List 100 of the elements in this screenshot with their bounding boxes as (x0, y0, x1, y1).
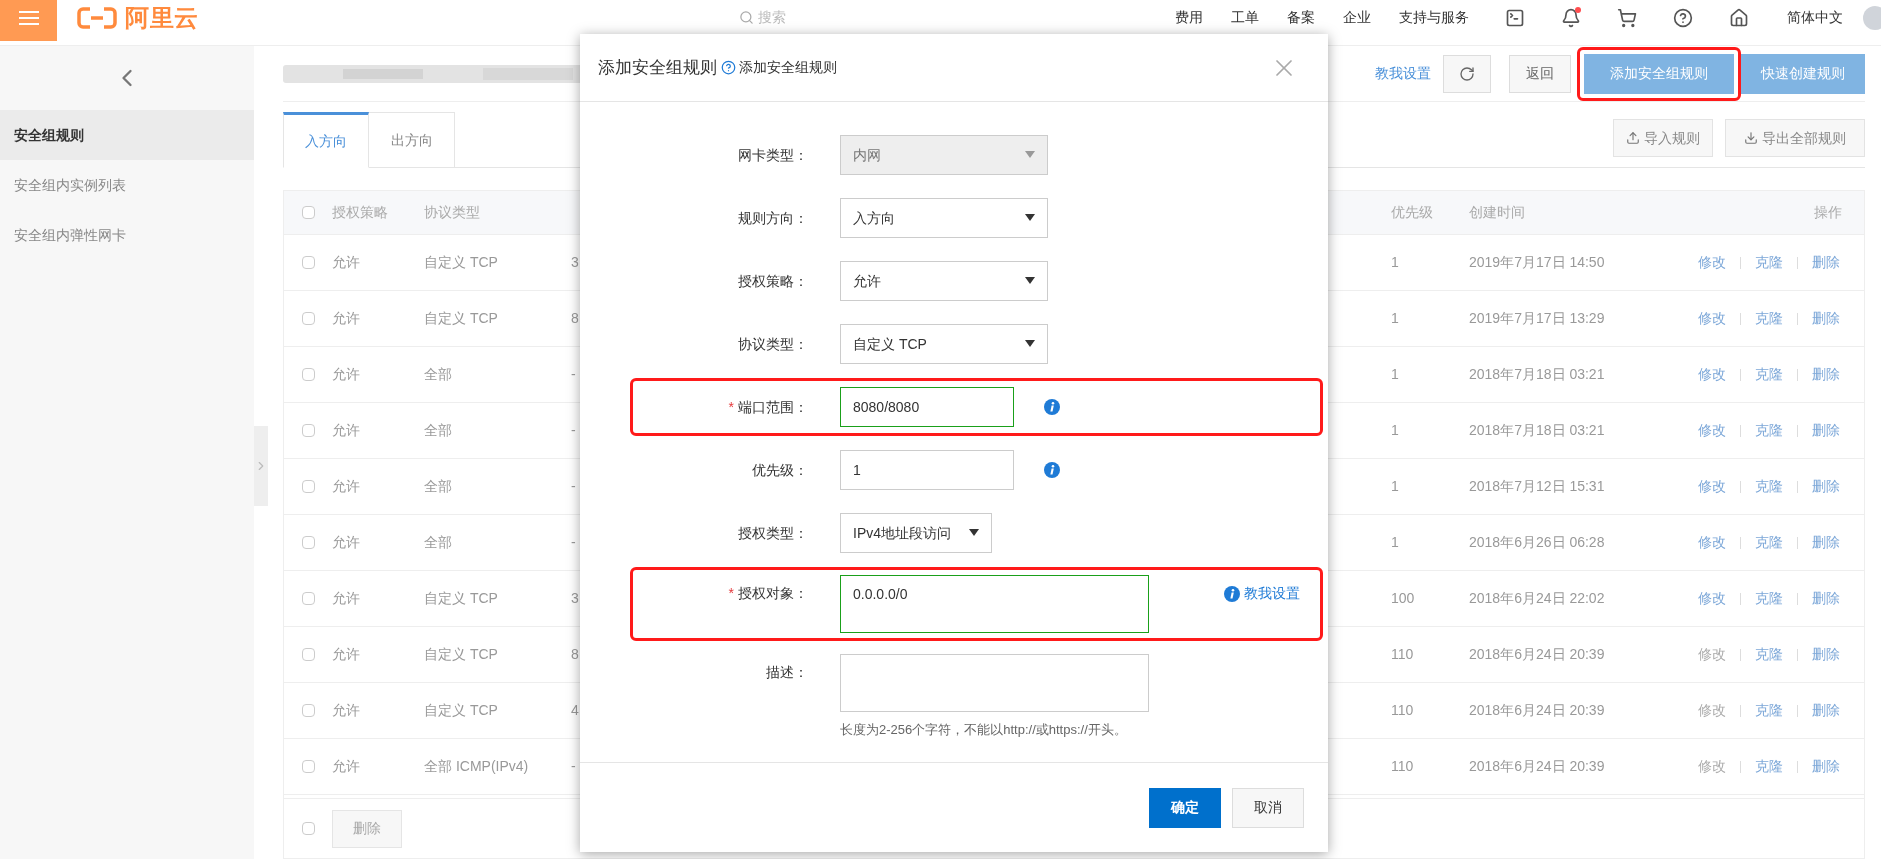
edit-link[interactable]: 修改 (1698, 308, 1726, 329)
home-icon[interactable] (1729, 7, 1749, 28)
checkbox[interactable] (301, 480, 315, 493)
nav-link[interactable]: 备案 (1273, 7, 1329, 28)
search-field[interactable]: 搜索 (738, 7, 786, 28)
delete-link[interactable]: 删除 (1812, 476, 1840, 497)
import-button[interactable]: 导入规则 (1613, 119, 1713, 157)
text-area[interactable] (840, 654, 1149, 712)
nav-link[interactable]: 支持与服务 (1385, 7, 1483, 28)
edit-link[interactable]: 修改 (1698, 476, 1726, 497)
help-link[interactable]: 教我设置 (1375, 63, 1431, 84)
clone-link[interactable]: 克隆 (1755, 700, 1783, 721)
clone-link[interactable]: 克隆 (1755, 420, 1783, 441)
table-cell: 8 (571, 310, 579, 326)
clone-link[interactable]: 克隆 (1755, 756, 1783, 777)
field-label: 优先级： (752, 460, 808, 480)
input-field[interactable]: 1 (840, 450, 1014, 490)
table-cell-text: 全部 (424, 365, 453, 384)
delete-link[interactable]: 删除 (1812, 756, 1840, 777)
collapse-handle[interactable] (254, 426, 268, 506)
table-cell-text: 110 (1391, 701, 1415, 720)
help-icon[interactable] (721, 60, 736, 75)
clone-link[interactable]: 克隆 (1755, 308, 1783, 329)
delete-link[interactable]: 删除 (1812, 700, 1840, 721)
select-field[interactable]: 允许 (840, 261, 1048, 301)
edit-link[interactable]: 修改 (1698, 420, 1726, 441)
menu-button[interactable] (0, 0, 57, 41)
language-link[interactable]: 简体中文 (1787, 7, 1843, 28)
field-label: 规则方向： (738, 208, 808, 228)
table-cell-text: 1 (1391, 309, 1400, 328)
checkbox[interactable] (301, 760, 315, 773)
bell-icon[interactable] (1561, 7, 1581, 28)
refresh-button[interactable] (1443, 54, 1491, 93)
table-cell-text: 110 (1391, 645, 1415, 664)
input-field[interactable]: 8080/8080 (840, 387, 1014, 427)
info-icon (1044, 462, 1060, 478)
delete-link[interactable]: 删除 (1812, 532, 1840, 553)
delete-link[interactable]: 删除 (1812, 364, 1840, 385)
edit-link[interactable]: 修改 (1698, 532, 1726, 553)
text-area[interactable]: 0.0.0.0/0 (840, 575, 1149, 633)
back-button[interactable]: 返回 (1509, 54, 1571, 93)
export-button[interactable]: 导出全部规则 (1725, 119, 1865, 157)
table-cell-text: 全部 (424, 533, 453, 552)
table-cell-text: 允许 (332, 365, 361, 384)
table-cell: - (571, 422, 576, 438)
add-rule-button[interactable]: 添加安全组规则 (1584, 53, 1734, 94)
clone-link[interactable]: 克隆 (1755, 644, 1783, 665)
checkbox[interactable] (301, 536, 315, 549)
table-cell-text: 允许 (332, 477, 361, 496)
help-link[interactable]: 教我设置 (1244, 583, 1300, 604)
checkbox[interactable] (301, 424, 315, 437)
cart-icon[interactable] (1617, 7, 1637, 28)
sidebar-item[interactable]: 安全组内实例列表 (0, 160, 254, 210)
nav-link[interactable]: 费用 (1161, 7, 1217, 28)
checkbox[interactable] (301, 256, 315, 269)
sidebar-item[interactable]: 安全组规则 (0, 110, 254, 160)
delete-link[interactable]: 删除 (1812, 644, 1840, 665)
cancel-button[interactable]: 取消 (1232, 787, 1304, 828)
delete-link[interactable]: 删除 (1812, 252, 1840, 273)
checkbox[interactable] (301, 312, 315, 325)
help-icon[interactable] (1673, 7, 1693, 28)
delete-link[interactable]: 删除 (1812, 420, 1840, 441)
caret-icon (1025, 151, 1035, 159)
tab[interactable]: 入方向 (283, 112, 369, 168)
table-cell-text: 自定义 TCP (424, 701, 499, 720)
search-icon (738, 10, 754, 25)
checkbox[interactable] (301, 206, 315, 219)
checkbox[interactable] (301, 704, 315, 717)
checkbox[interactable] (301, 368, 315, 381)
hint-text: 长度为2-256个字符，不能以http://或https://开头。 (840, 721, 1128, 739)
quick-create-button[interactable]: 快速创建规则 (1741, 53, 1865, 94)
table-cell: 8 (571, 646, 579, 662)
nav-link[interactable]: 工单 (1217, 7, 1273, 28)
select-field[interactable]: 入方向 (840, 198, 1048, 238)
select-field[interactable]: IPv4地址段访问 (840, 513, 992, 553)
clone-link[interactable]: 克隆 (1755, 364, 1783, 385)
checkbox[interactable] (301, 592, 315, 605)
nav-link[interactable]: 企业 (1329, 7, 1385, 28)
edit-link[interactable]: 修改 (1698, 364, 1726, 385)
delete-link[interactable]: 删除 (1812, 308, 1840, 329)
avatar[interactable] (1863, 5, 1881, 30)
delete-link[interactable]: 删除 (1812, 588, 1840, 609)
table-cell-text: 允许 (332, 253, 361, 272)
clone-link[interactable]: 克隆 (1755, 476, 1783, 497)
checkbox[interactable] (301, 822, 315, 835)
clone-link[interactable]: 克隆 (1755, 252, 1783, 273)
tab[interactable]: 出方向 (369, 112, 455, 168)
clone-link[interactable]: 克隆 (1755, 588, 1783, 609)
edit-link[interactable]: 修改 (1698, 588, 1726, 609)
terminal-icon[interactable] (1505, 7, 1525, 28)
checkbox[interactable] (301, 648, 315, 661)
table-cell-text: 1 (1391, 365, 1400, 384)
edit-link[interactable]: 修改 (1698, 252, 1726, 273)
sidebar-item[interactable]: 安全组内弹性网卡 (0, 210, 254, 260)
select-field[interactable]: 自定义 TCP (840, 324, 1048, 364)
info-icon (1044, 399, 1060, 415)
field-label: 授权策略： (738, 271, 808, 291)
clone-link[interactable]: 克隆 (1755, 532, 1783, 553)
table-cell-text: 2018年7月18日 03:21 (1469, 421, 1606, 440)
confirm-button[interactable]: 确定 (1149, 787, 1221, 828)
